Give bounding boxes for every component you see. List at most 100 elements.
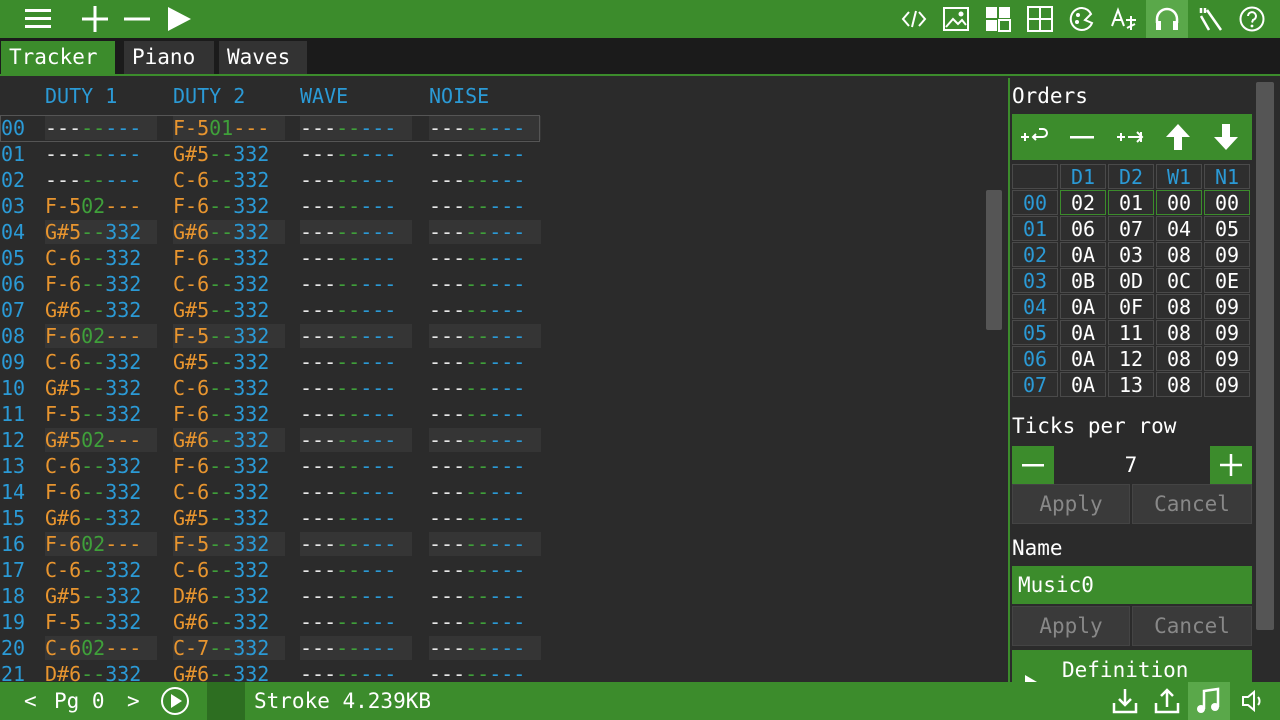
sound-icon[interactable] (1236, 682, 1270, 720)
orders-cell[interactable]: 08 (1156, 294, 1202, 319)
pattern-cell[interactable]: -------- (429, 246, 541, 270)
orders-cell[interactable]: 09 (1204, 346, 1250, 371)
orders-cell[interactable]: 0A (1060, 320, 1106, 345)
pattern-cell[interactable]: D#6--332 (173, 584, 285, 608)
next-page-button[interactable]: > (127, 682, 140, 720)
orders-cell[interactable]: 09 (1204, 242, 1250, 267)
pattern-cell[interactable]: G#6--332 (173, 428, 285, 452)
pattern-cell[interactable]: -------- (429, 584, 541, 608)
pattern-cell[interactable]: -------- (300, 272, 412, 296)
pattern-cell[interactable]: -------- (429, 324, 541, 348)
pattern-cell[interactable]: G#5--332 (45, 584, 157, 608)
pattern-cell[interactable]: G#5--332 (45, 220, 157, 244)
ticks-increase-button[interactable] (1210, 446, 1252, 484)
pattern-cell[interactable]: -------- (429, 454, 541, 478)
orders-cell[interactable]: 08 (1156, 346, 1202, 371)
pattern-cell[interactable]: -------- (429, 142, 541, 166)
pattern-cell[interactable]: -------- (429, 220, 541, 244)
pattern-row[interactable]: 06 F-6--332 C-6--332 -------- -------- (0, 271, 560, 297)
pattern-row[interactable]: 15 G#6--332 G#5--332 -------- -------- (0, 505, 560, 531)
pattern-row[interactable]: 07 G#6--332 G#5--332 -------- -------- (0, 297, 560, 323)
pattern-cell[interactable]: -------- (300, 610, 412, 634)
move-up-icon[interactable] (1160, 121, 1196, 153)
pattern-cell[interactable]: -------- (429, 558, 541, 582)
headphones-icon[interactable] (1146, 0, 1188, 38)
pattern-cell[interactable]: -------- (300, 298, 412, 322)
pattern-cell[interactable]: G#6--332 (45, 298, 157, 322)
menu-icon[interactable] (22, 3, 54, 35)
pattern-cell[interactable]: C-6--332 (45, 246, 157, 270)
pattern-cell[interactable]: F-6--332 (173, 246, 285, 270)
pattern-cell[interactable]: -------- (300, 324, 412, 348)
music-icon[interactable] (1188, 682, 1230, 720)
pattern-cell[interactable]: -------- (300, 506, 412, 530)
pattern-row[interactable]: 18 G#5--332 D#6--332 -------- -------- (0, 583, 560, 609)
pattern-cell[interactable]: -------- (429, 662, 541, 682)
pattern-cell[interactable]: -------- (429, 272, 541, 296)
pattern-cell[interactable]: G#5--332 (45, 376, 157, 400)
tracker-icon[interactable] (1194, 3, 1226, 35)
pattern-cell[interactable]: G#5--332 (173, 350, 285, 374)
orders-cell[interactable]: 08 (1156, 242, 1202, 267)
orders-cell[interactable]: 07 (1108, 216, 1154, 241)
tab-tracker[interactable]: Tracker (1, 41, 115, 74)
pattern-cell[interactable]: F-5--332 (45, 402, 157, 426)
panel-scrollbar[interactable] (1256, 82, 1274, 630)
tab-piano[interactable]: Piano (124, 41, 214, 74)
tab-waves[interactable]: Waves (219, 41, 307, 74)
pattern-cell[interactable]: -------- (429, 402, 541, 426)
orders-cell[interactable]: 06 (1060, 216, 1106, 241)
pattern-cell[interactable]: -------- (300, 168, 412, 192)
pattern-editor[interactable]: DUTY 1 DUTY 2 WAVE NOISE 00 -------- F-501… (0, 78, 1008, 682)
pattern-cell[interactable]: -------- (429, 480, 541, 504)
pattern-cell[interactable]: -------- (45, 168, 157, 192)
export-icon[interactable] (1150, 682, 1184, 720)
pattern-cell[interactable]: -------- (429, 610, 541, 634)
palette-icon[interactable] (1066, 3, 1098, 35)
orders-cell[interactable]: 12 (1108, 346, 1154, 371)
orders-cell[interactable]: 0D (1108, 268, 1154, 293)
font-icon[interactable] (1108, 3, 1140, 35)
pattern-cell[interactable]: C-6--332 (45, 558, 157, 582)
pattern-row[interactable]: 16 F-602--- F-5--332 -------- -------- (0, 531, 560, 557)
definition-expander[interactable]: Definition (1012, 650, 1252, 682)
pattern-row[interactable]: 17 C-6--332 C-6--332 -------- -------- (0, 557, 560, 583)
pattern-cell[interactable]: C-602--- (45, 636, 157, 660)
orders-cell[interactable]: 00 (1156, 190, 1202, 215)
pattern-cell[interactable]: -------- (429, 636, 541, 660)
pattern-cell[interactable]: -------- (300, 402, 412, 426)
pattern-cell[interactable]: C-7--332 (173, 636, 285, 660)
pattern-row[interactable]: 19 F-5--332 G#6--332 -------- -------- (0, 609, 560, 635)
pattern-cell[interactable]: F-6--332 (45, 480, 157, 504)
move-down-icon[interactable] (1208, 121, 1244, 153)
name-input[interactable]: Music0 (1012, 566, 1252, 604)
pattern-cell[interactable]: F-6--332 (173, 402, 285, 426)
orders-cell[interactable]: 09 (1204, 294, 1250, 319)
orders-cell[interactable]: 09 (1204, 372, 1250, 397)
pattern-cell[interactable]: -------- (429, 168, 541, 192)
prev-page-button[interactable]: < (24, 682, 37, 720)
pattern-cell[interactable]: -------- (429, 532, 541, 556)
pattern-cell[interactable]: -------- (300, 194, 412, 218)
insert-order-icon[interactable] (1016, 121, 1052, 153)
pattern-row[interactable]: 09 C-6--332 G#5--332 -------- -------- (0, 349, 560, 375)
ticks-value[interactable]: 7 (1056, 446, 1206, 484)
pattern-cell[interactable]: F-602--- (45, 532, 157, 556)
pattern-cell[interactable]: -------- (300, 142, 412, 166)
pattern-cell[interactable]: -------- (429, 194, 541, 218)
orders-cell[interactable]: 0A (1060, 372, 1106, 397)
orders-cell[interactable]: 03 (1108, 242, 1154, 267)
remove-order-icon[interactable] (1064, 121, 1100, 153)
orders-cell[interactable]: 0A (1060, 294, 1106, 319)
pattern-cell[interactable]: C-6--332 (45, 454, 157, 478)
pattern-cell[interactable]: -------- (45, 142, 157, 166)
pattern-cell[interactable]: -------- (300, 480, 412, 504)
pattern-cell[interactable]: F-6--332 (45, 272, 157, 296)
pattern-cell[interactable]: -------- (300, 636, 412, 660)
remove-icon[interactable] (121, 3, 153, 35)
help-icon[interactable] (1236, 3, 1268, 35)
pattern-cell[interactable]: C-6--332 (173, 376, 285, 400)
pattern-cell[interactable]: -------- (300, 220, 412, 244)
name-apply-button[interactable]: Apply (1012, 606, 1130, 646)
pattern-cell[interactable]: G#6--332 (173, 610, 285, 634)
